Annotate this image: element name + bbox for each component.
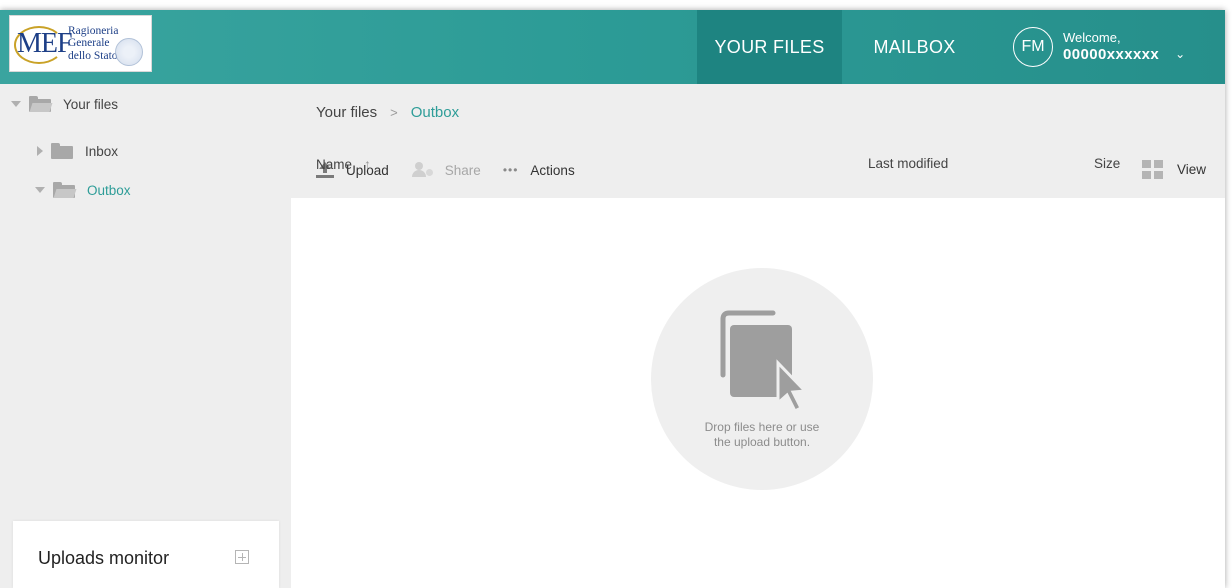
main-header-area: Your files > Outbox Upload Share ••• Act… (291, 84, 1225, 198)
user-info: Welcome, 00000xxxxxx (1063, 30, 1159, 64)
actions-button[interactable]: ••• Actions (503, 163, 575, 178)
column-header-size[interactable]: Size (1094, 156, 1120, 171)
nav-tab-mailbox[interactable]: MAILBOX (842, 10, 987, 84)
nav-tab-your-files[interactable]: YOUR FILES (697, 10, 842, 84)
tree-item-outbox[interactable]: Outbox (35, 179, 131, 201)
actions-label: Actions (530, 162, 575, 178)
expand-caret-icon[interactable] (11, 101, 21, 107)
user-menu[interactable]: FM Welcome, 00000xxxxxx ⌄ (1013, 22, 1185, 72)
drop-zone[interactable]: Drop files here or use the upload button… (651, 268, 873, 490)
tree-item-label: Outbox (87, 182, 131, 198)
column-name-label: Name (316, 156, 353, 172)
sort-ascending-icon[interactable]: ↑ (364, 156, 371, 172)
grid-view-icon (1141, 160, 1163, 179)
logo-line-2: Generale (68, 37, 110, 50)
mef-logo-mark: MEF (14, 24, 73, 64)
tree-item-inbox[interactable]: Inbox (37, 140, 118, 162)
chevron-down-icon[interactable]: ⌄ (1175, 47, 1185, 61)
view-toggle-button[interactable]: View (1141, 160, 1206, 179)
expand-icon[interactable] (235, 550, 249, 564)
logo-text: Ragioneria Generale dello Stato (68, 25, 118, 63)
welcome-text: Welcome, (1063, 30, 1121, 45)
logo-line-3: dello Stato (68, 49, 118, 62)
top-header: MEF Ragioneria Generale dello Stato YOUR… (0, 10, 1225, 84)
drop-hint-line-2: the upload button. (713, 435, 811, 449)
tree-item-label: Inbox (85, 143, 119, 159)
drop-files-icon (720, 310, 809, 413)
share-user-icon (411, 162, 433, 178)
mef-logo[interactable]: MEF Ragioneria Generale dello Stato (9, 15, 152, 72)
folder-icon (51, 143, 73, 159)
share-label: Share (444, 162, 481, 178)
more-dots-icon: ••• (502, 163, 519, 177)
folder-open-icon (29, 96, 53, 112)
logo-mark-text: MEF (17, 27, 73, 59)
collapse-caret-icon[interactable] (37, 146, 43, 156)
column-header-last-modified[interactable]: Last modified (868, 156, 948, 171)
breadcrumb: Your files > Outbox (316, 104, 459, 121)
username: 00000xxxxxx (1063, 46, 1160, 63)
drop-zone-hint: Drop files here or use the upload button… (651, 420, 873, 450)
breadcrumb-root[interactable]: Your files (316, 104, 377, 121)
expand-caret-icon[interactable] (35, 187, 45, 193)
avatar[interactable]: FM (1013, 27, 1053, 67)
logo-line-1: Ragioneria (68, 24, 119, 37)
tree-item-label: Your files (63, 96, 119, 112)
breadcrumb-current: Outbox (410, 104, 460, 121)
tree-item-your-files[interactable]: Your files (11, 93, 118, 115)
view-label: View (1176, 162, 1206, 177)
folder-sidebar: Your files Inbox Outbox Uploads monitor (0, 84, 291, 588)
uploads-monitor-panel: Uploads monitor (13, 521, 279, 588)
share-button[interactable]: Share (411, 162, 481, 178)
chevron-right-icon: > (390, 105, 398, 120)
app-window: MEF Ragioneria Generale dello Stato YOUR… (0, 10, 1225, 588)
column-header-name[interactable]: Name ↑ (316, 156, 371, 172)
folder-open-icon (53, 182, 77, 198)
drop-hint-line-1: Drop files here or use (704, 420, 820, 434)
seal-icon (115, 38, 143, 66)
uploads-monitor-title: Uploads monitor (38, 548, 170, 568)
